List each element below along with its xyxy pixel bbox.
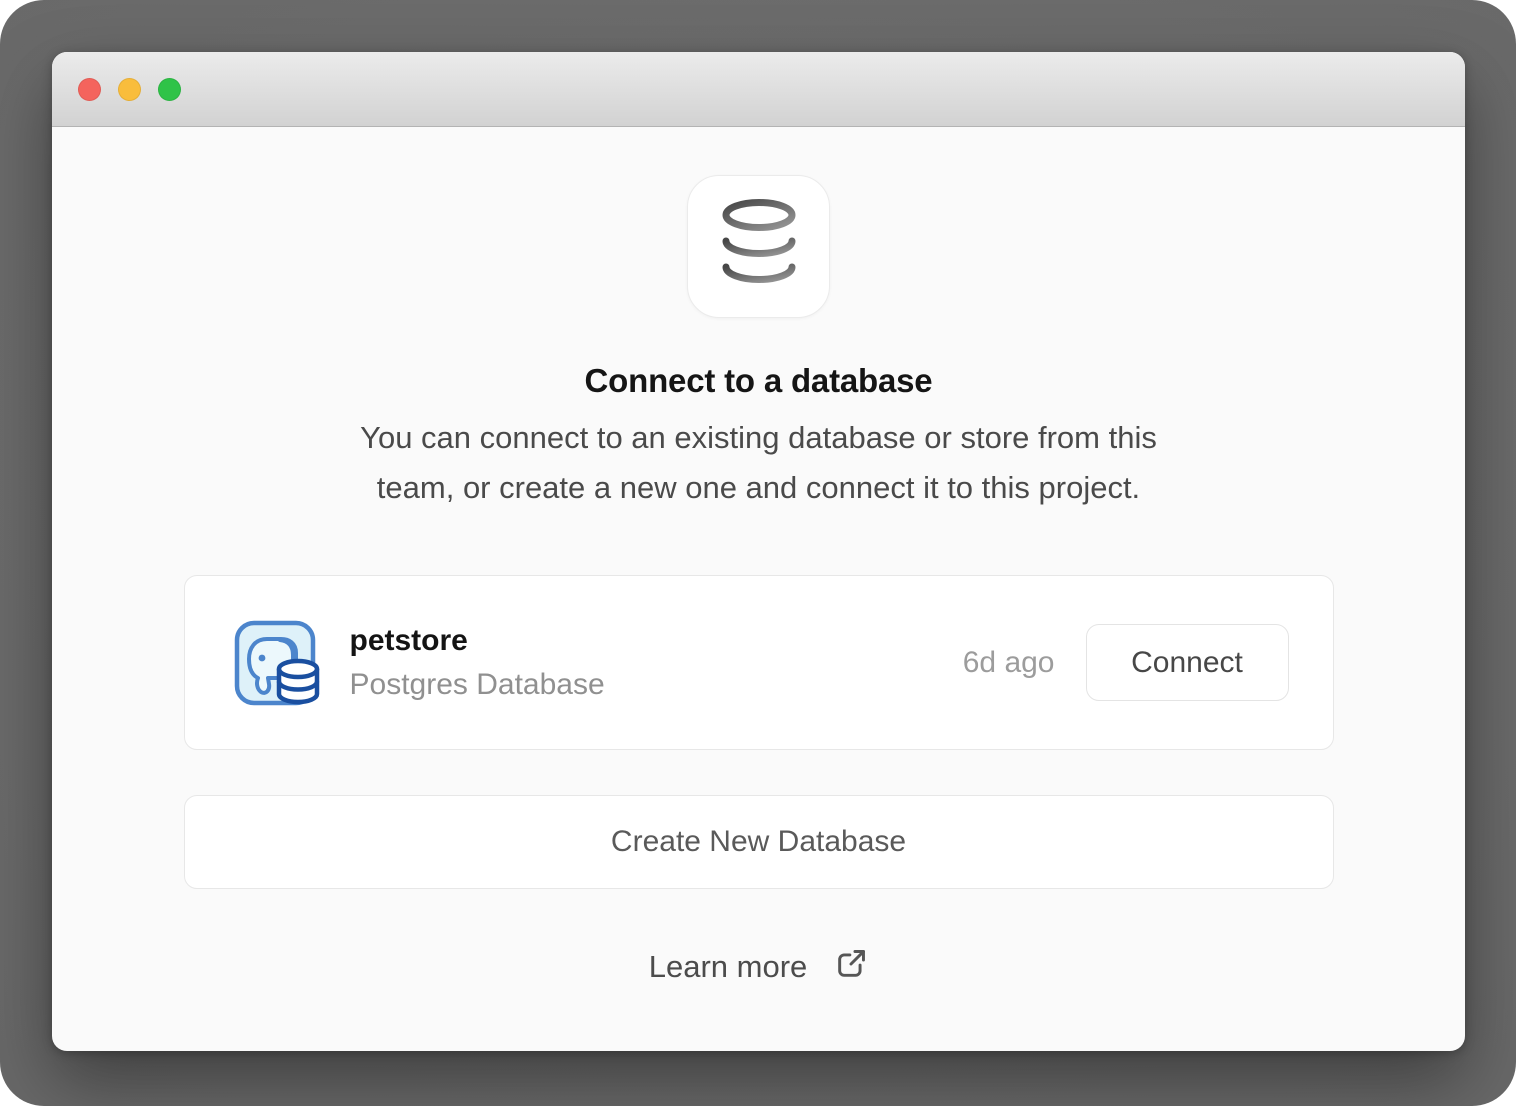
database-type: Postgres Database	[350, 668, 605, 702]
database-icon	[719, 198, 799, 295]
create-new-database-button[interactable]: Create New Database	[184, 795, 1334, 889]
learn-more-label: Learn more	[649, 949, 808, 985]
description-line-1: You can connect to an existing database …	[360, 413, 1157, 463]
database-name: petstore	[350, 624, 605, 658]
zoom-button[interactable]	[158, 78, 181, 101]
dialog-content: Connect to a database You can connect to…	[52, 127, 1465, 986]
external-link-icon	[834, 947, 868, 986]
window-controls	[78, 78, 181, 101]
connect-button[interactable]: Connect	[1086, 624, 1289, 701]
minimize-button[interactable]	[118, 78, 141, 101]
page-title: Connect to a database	[585, 362, 933, 400]
database-list: petstore Postgres Database 6d ago Connec…	[184, 575, 1334, 889]
database-info: petstore Postgres Database	[350, 624, 605, 702]
database-meta: 6d ago Connect	[963, 624, 1289, 701]
learn-more-link[interactable]: Learn more	[649, 947, 869, 986]
postgres-elephant-icon	[233, 617, 328, 709]
window-titlebar[interactable]	[52, 52, 1465, 127]
database-icon-card	[687, 175, 830, 318]
last-used-timestamp: 6d ago	[963, 646, 1055, 680]
page-description: You can connect to an existing database …	[360, 413, 1157, 513]
desktop-background: Connect to a database You can connect to…	[0, 0, 1516, 1106]
description-line-2: team, or create a new one and connect it…	[360, 463, 1157, 513]
close-button[interactable]	[78, 78, 101, 101]
database-row-petstore[interactable]: petstore Postgres Database 6d ago Connec…	[184, 575, 1334, 750]
dialog-window: Connect to a database You can connect to…	[52, 52, 1465, 1051]
